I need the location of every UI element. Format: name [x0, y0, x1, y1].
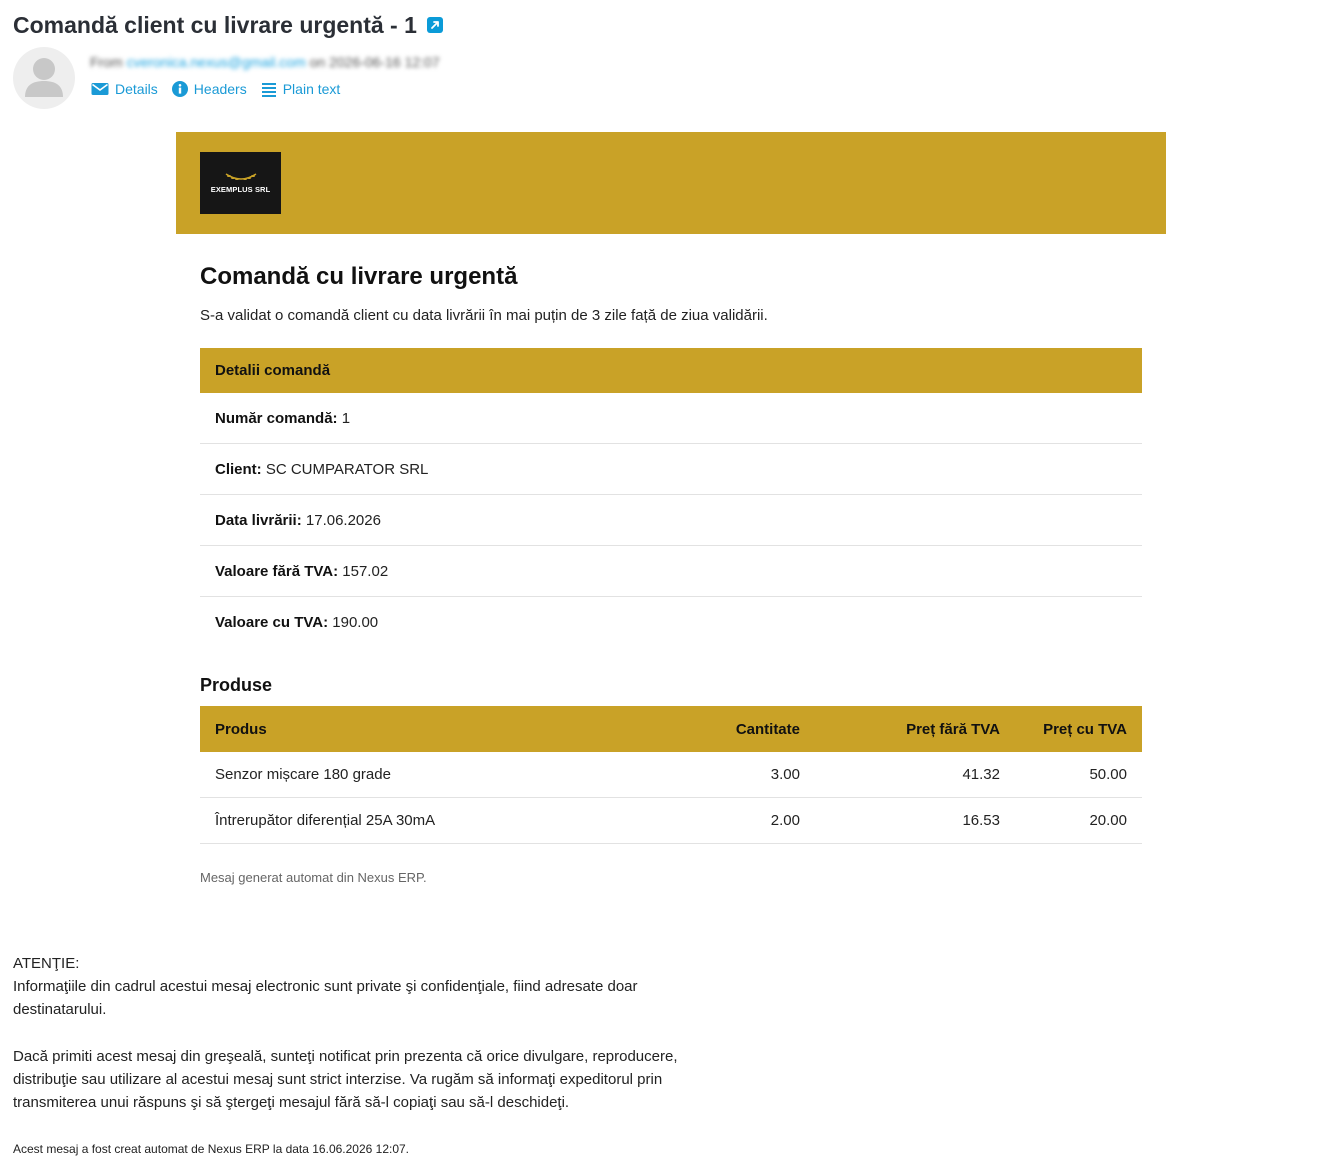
detail-row-order-number: Număr comandă: 1: [200, 393, 1142, 444]
open-external-icon[interactable]: [426, 17, 443, 33]
logo-text: EXEMPLUS SRL: [210, 185, 271, 194]
auto-created-note: Acest mesaj a fost creat automat de Nexu…: [13, 1142, 410, 1156]
detail-label: Valoare cu TVA:: [215, 613, 329, 631]
detail-value: 157.02: [342, 562, 389, 580]
detail-cell: Data livrării: 17.06.2026: [200, 494, 1142, 546]
detail-cell: Număr comandă: 1: [200, 393, 1142, 444]
from-label: From: [90, 54, 123, 70]
column-header-quantity: Cantitate: [630, 706, 815, 752]
product-price-no-vat: 16.53: [815, 797, 1015, 844]
details-link[interactable]: Details: [91, 81, 158, 97]
column-header-product: Produs: [200, 706, 630, 752]
email-subject-text: Comandă client cu livrare urgentă - 1: [13, 12, 417, 38]
email-body: EXEMPLUS SRL Comandă cu livrare urgentă …: [176, 132, 1166, 885]
envelope-icon: [91, 83, 109, 95]
confidentiality-disclaimer: ATENŢIE: Informaţiile din cadrul acestui…: [13, 952, 713, 1114]
on-label: on: [309, 54, 326, 70]
details-header-row: Detalii comandă: [200, 348, 1142, 393]
product-name: Senzor mișcare 180 grade: [200, 752, 630, 798]
disclaimer-paragraph-2: Dacă primiti acest mesaj din greşeală, s…: [13, 1047, 678, 1112]
detail-label: Data livrării:: [215, 511, 302, 529]
message-header-links: Details Headers Plain text: [91, 81, 340, 97]
table-row: Întrerupător diferențial 25A 30mA 2.00 1…: [200, 797, 1142, 844]
sender-address[interactable]: cveronica.nexus@gmail.com: [127, 54, 306, 70]
product-price-no-vat: 41.32: [815, 752, 1015, 798]
detail-label: Număr comandă:: [215, 409, 338, 427]
disclaimer-title: ATENŢIE:: [13, 955, 80, 972]
user-silhouette-icon: [25, 58, 63, 97]
products-title: Produse: [200, 675, 273, 695]
detail-label: Client:: [215, 460, 262, 478]
detail-cell: Valoare fără TVA: 157.02: [200, 545, 1142, 597]
plain-text-link[interactable]: Plain text: [261, 81, 341, 97]
detail-row-value-vat: Valoare cu TVA: 190.00: [200, 597, 1142, 648]
detail-value: SC CUMPARATOR SRL: [265, 460, 429, 478]
detail-cell: Valoare cu TVA: 190.00: [200, 597, 1142, 648]
info-icon: [171, 81, 188, 97]
company-logo: EXEMPLUS SRL: [200, 152, 281, 214]
message-intro: S-a validat o comandă client cu data liv…: [200, 307, 768, 324]
sent-date: 2026-06-16 12:07: [329, 54, 440, 70]
plain-text-link-label: Plain text: [282, 81, 341, 97]
table-row: Senzor mișcare 180 grade 3.00 41.32 50.0…: [200, 752, 1142, 798]
generated-note: Mesaj generat automat din Nexus ERP.: [200, 870, 427, 885]
detail-value: 190.00: [332, 613, 379, 631]
sender-line: From cveronica.nexus@gmail.com on 2026-0…: [90, 54, 440, 70]
products-header-row: Produs Cantitate Preț fără TVA Preț cu T…: [200, 706, 1142, 752]
detail-value: 1: [341, 409, 351, 427]
brand-banner: EXEMPLUS SRL: [176, 132, 1166, 234]
email-content: Comandă cu livrare urgentă S-a validat o…: [176, 262, 1166, 885]
list-icon: [261, 82, 276, 97]
detail-row-client: Client: SC CUMPARATOR SRL: [200, 443, 1142, 495]
column-header-price-no-vat: Preț fără TVA: [815, 706, 1015, 752]
headers-link[interactable]: Headers: [171, 81, 247, 97]
detail-cell: Client: SC CUMPARATOR SRL: [200, 443, 1142, 495]
products-table: Produs Cantitate Preț fără TVA Preț cu T…: [200, 706, 1142, 844]
laurel-icon: [225, 173, 256, 180]
details-header: Detalii comandă: [200, 348, 1142, 393]
headers-link-label: Headers: [193, 81, 247, 97]
detail-row-delivery-date: Data livrării: 17.06.2026: [200, 494, 1142, 546]
column-header-price-vat: Preț cu TVA: [1015, 706, 1142, 752]
detail-value: 17.06.2026: [305, 511, 381, 529]
disclaimer-paragraph-1: Informaţiile din cadrul acestui mesaj el…: [13, 978, 638, 1019]
product-price-vat: 50.00: [1015, 752, 1142, 798]
detail-row-value-no-vat: Valoare fără TVA: 157.02: [200, 545, 1142, 597]
product-name: Întrerupător diferențial 25A 30mA: [200, 797, 630, 844]
product-quantity: 2.00: [630, 797, 815, 844]
email-subject: Comandă client cu livrare urgentă - 1: [13, 10, 443, 40]
product-quantity: 3.00: [630, 752, 815, 798]
product-price-vat: 20.00: [1015, 797, 1142, 844]
message-title: Comandă cu livrare urgentă: [200, 263, 518, 290]
order-details-table: Detalii comandă Număr comandă: 1 Client:…: [200, 348, 1142, 647]
sender-avatar: [13, 47, 75, 109]
detail-label: Valoare fără TVA:: [215, 562, 339, 580]
details-link-label: Details: [115, 81, 158, 97]
